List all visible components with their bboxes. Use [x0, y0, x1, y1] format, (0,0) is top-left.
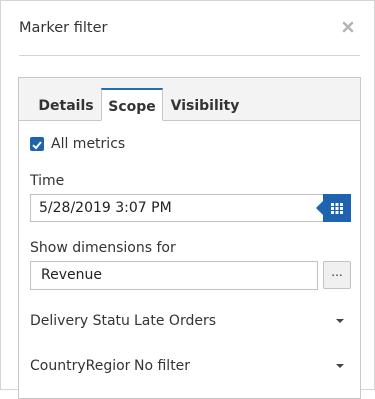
all-metrics-label[interactable]: All metrics: [51, 136, 125, 152]
show-dimensions-input[interactable]: Revenue: [30, 261, 318, 290]
date-picker-notch: [316, 201, 323, 215]
calendar-grid-icon[interactable]: [323, 194, 351, 222]
browse-dimensions-button[interactable]: ...: [323, 261, 351, 289]
title-divider: [19, 55, 360, 56]
tab-panel: Details Scope Visibility All metrics Tim…: [18, 77, 361, 399]
time-label: Time: [30, 173, 65, 189]
dropdown-caret-icon[interactable]: [336, 364, 344, 368]
dimension-name: Delivery Status: [30, 313, 130, 329]
dimension-name: CountryRegion: [30, 358, 130, 374]
close-icon[interactable]: [341, 19, 355, 33]
show-dimensions-label: Show dimensions for: [30, 240, 176, 256]
dimension-value: Late Orders: [134, 313, 217, 329]
dimension-filter-countryregion[interactable]: CountryRegion No filter: [30, 358, 350, 380]
time-input[interactable]: 5/28/2019 3:07 PM: [30, 194, 325, 222]
marker-filter-dialog: Marker filter Details Scope Visibility A…: [0, 0, 375, 399]
dialog-title: Marker filter: [19, 20, 108, 36]
dropdown-caret-icon[interactable]: [336, 319, 344, 323]
tab-details[interactable]: Details: [31, 88, 101, 120]
dimension-value: No filter: [134, 358, 191, 374]
all-metrics-checkbox[interactable]: [30, 137, 44, 151]
tab-visibility[interactable]: Visibility: [166, 88, 244, 120]
dimension-filter-delivery-status[interactable]: Delivery Status Late Orders: [30, 313, 350, 335]
checkmark-icon: [32, 141, 42, 150]
tab-scope[interactable]: Scope: [101, 88, 163, 121]
tab-strip: Details Scope Visibility: [19, 78, 360, 121]
